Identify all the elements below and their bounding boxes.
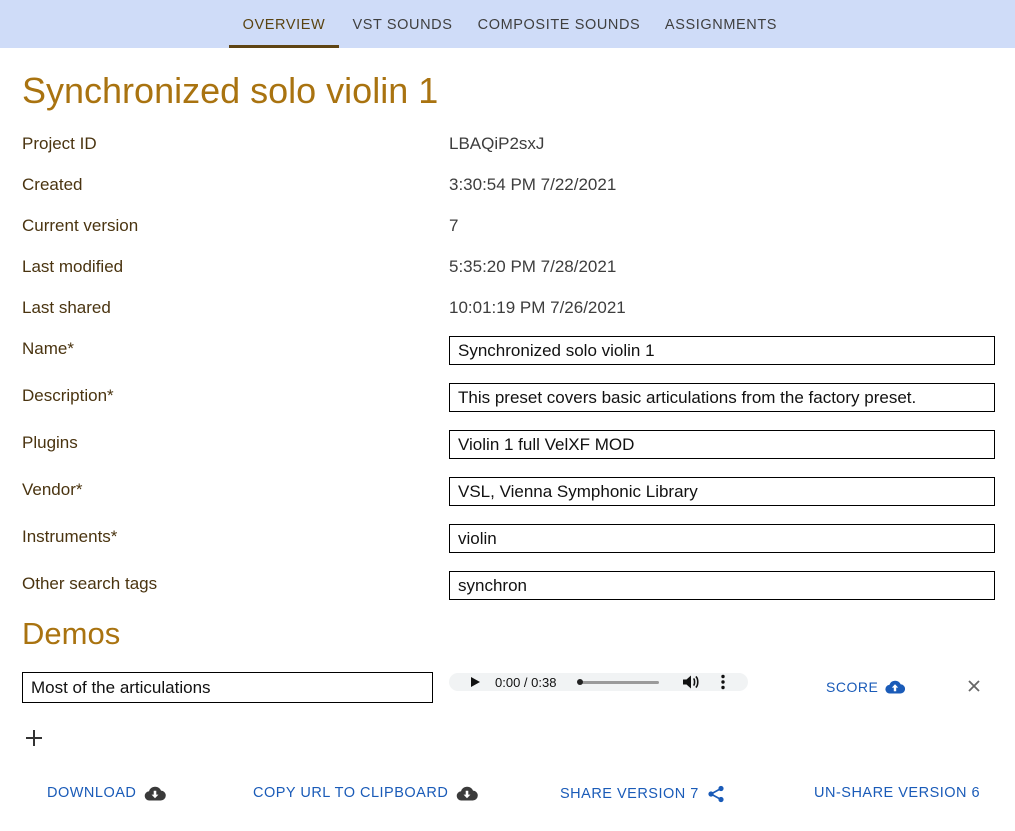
- audio-progress-track[interactable]: [578, 681, 659, 684]
- name-label: Name*: [22, 339, 74, 358]
- description-label: Description*: [22, 386, 114, 405]
- download-label: DOWNLOAD: [47, 785, 137, 801]
- created-label: Created: [22, 175, 83, 194]
- unshare-version-label: UN-SHARE VERSION 6: [814, 785, 981, 801]
- audio-player: 0:00 / 0:38: [449, 673, 748, 691]
- share-version-button[interactable]: SHARE VERSION 7: [560, 785, 725, 803]
- name-field[interactable]: [449, 336, 995, 365]
- demos-title: Demos: [22, 616, 121, 651]
- last-shared-value: 10:01:19 PM 7/26/2021: [449, 298, 626, 317]
- close-icon[interactable]: [965, 677, 983, 695]
- vendor-field[interactable]: [449, 477, 995, 506]
- copy-url-label: COPY URL TO CLIPBOARD: [253, 785, 449, 801]
- demo-name-field[interactable]: [22, 672, 433, 703]
- tags-label: Other search tags: [22, 574, 158, 593]
- project-id-value: LBAQiP2sxJ: [449, 134, 545, 153]
- last-shared-label: Last shared: [22, 298, 111, 317]
- download-button[interactable]: DOWNLOAD: [47, 785, 167, 801]
- play-icon[interactable]: [471, 677, 480, 687]
- tab-overview[interactable]: OVERVIEW: [229, 0, 339, 48]
- score-upload-button[interactable]: SCORE: [826, 679, 906, 695]
- tags-field[interactable]: [449, 571, 995, 600]
- tab-composite-sounds[interactable]: COMPOSITE SOUNDS: [472, 0, 646, 48]
- cloud-download-icon: [456, 786, 479, 801]
- cloud-upload-icon: [885, 680, 906, 694]
- score-label: SCORE: [826, 679, 879, 695]
- project-id-label: Project ID: [22, 134, 97, 153]
- active-tab-indicator: [229, 45, 339, 48]
- plugins-field[interactable]: [449, 430, 995, 459]
- audio-progress-knob[interactable]: [577, 679, 583, 685]
- instruments-field[interactable]: [449, 524, 995, 553]
- instruments-label: Instruments*: [22, 527, 118, 546]
- more-options-icon[interactable]: [721, 674, 725, 690]
- plugins-label: Plugins: [22, 433, 78, 452]
- vendor-label: Vendor*: [22, 480, 83, 499]
- volume-icon[interactable]: [682, 674, 700, 690]
- copy-url-button[interactable]: COPY URL TO CLIPBOARD: [253, 785, 479, 801]
- description-field[interactable]: [449, 383, 995, 412]
- page-title: Synchronized solo violin 1: [22, 70, 439, 111]
- cloud-download-icon: [144, 786, 167, 801]
- unshare-version-button[interactable]: UN-SHARE VERSION 6: [814, 785, 980, 801]
- current-version-label: Current version: [22, 216, 139, 235]
- audio-time: 0:00 / 0:38: [495, 675, 557, 690]
- share-version-label: SHARE VERSION 7: [560, 786, 699, 802]
- created-value: 3:30:54 PM 7/22/2021: [449, 175, 617, 194]
- tab-assignments[interactable]: ASSIGNMENTS: [658, 0, 784, 48]
- last-modified-label: Last modified: [22, 257, 124, 276]
- plus-icon[interactable]: [24, 728, 44, 748]
- last-modified-value: 5:35:20 PM 7/28/2021: [449, 257, 617, 276]
- share-icon: [707, 785, 725, 803]
- top-nav-bar: OVERVIEW VST SOUNDS COMPOSITE SOUNDS ASS…: [0, 0, 1015, 48]
- current-version-value: 7: [449, 216, 459, 235]
- tab-vst-sounds[interactable]: VST SOUNDS: [345, 0, 460, 48]
